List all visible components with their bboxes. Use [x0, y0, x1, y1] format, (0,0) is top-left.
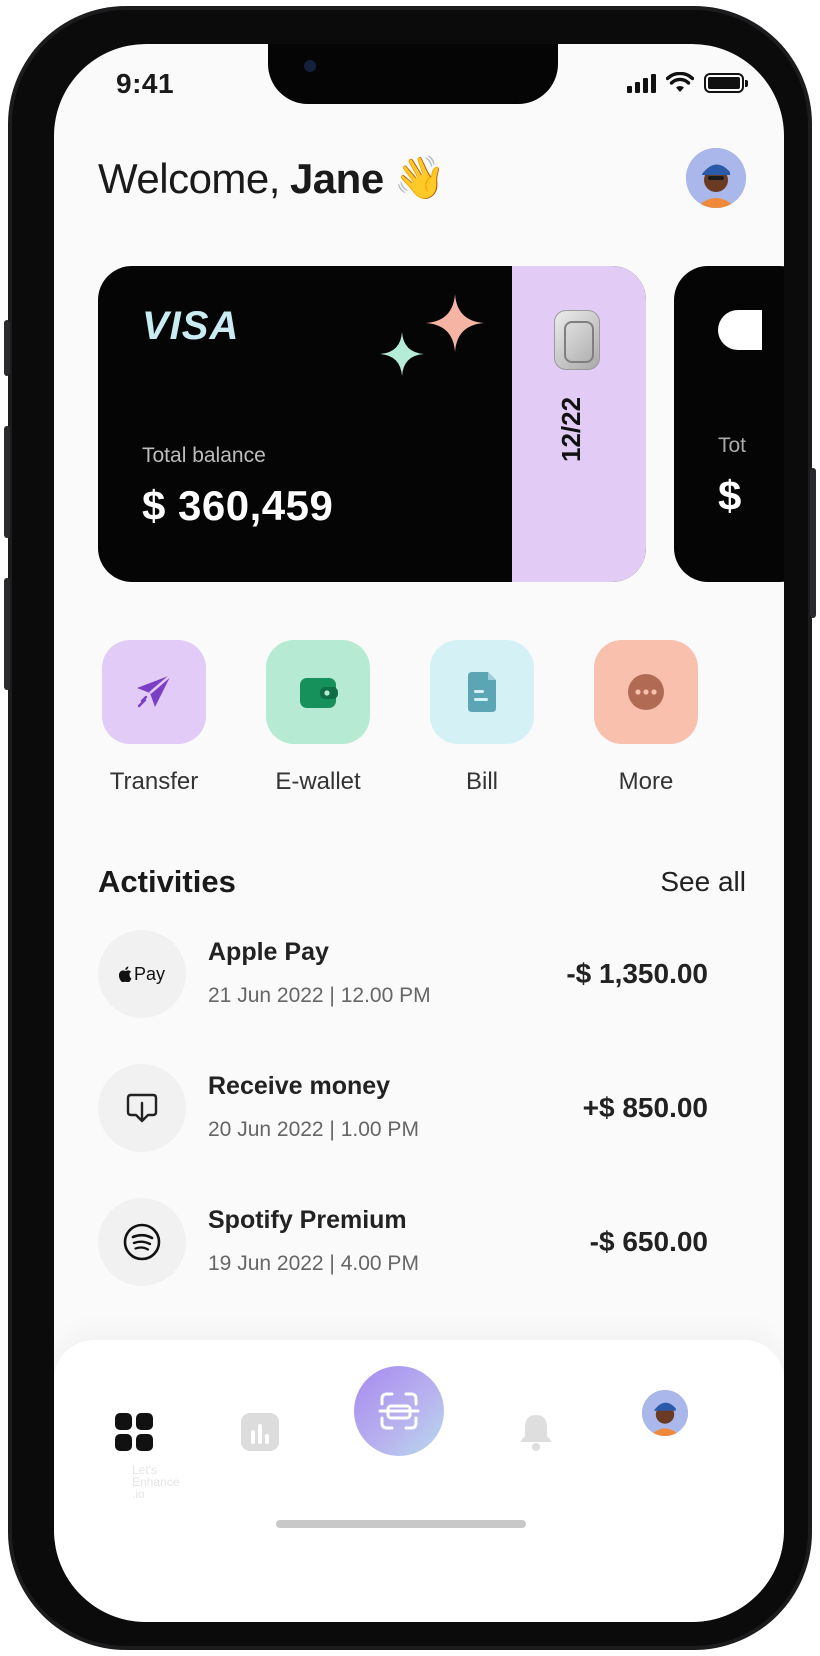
transaction-amount: -$ 1,350.00 — [566, 958, 708, 989]
watermark: Let's Enhance .io — [88, 1464, 179, 1500]
next-card[interactable]: Tot $ — [674, 266, 784, 582]
mute-switch — [4, 320, 10, 376]
e-wallet-label: E-wallet — [275, 768, 361, 795]
welcome-heading: Welcome, Jane 👋 — [98, 154, 446, 203]
transaction-name: Spotify Premium — [208, 1206, 407, 1234]
wallet-icon — [300, 678, 338, 708]
quick-actions: Transfer E-wallet Bill More — [102, 640, 698, 800]
user-name: Jane — [289, 154, 384, 202]
activities-heading: Activities — [98, 864, 236, 899]
phone-frame: 9:41 Welcome, Jane 👋 VISA Total balance … — [4, 6, 816, 1650]
transaction-amount: +$ 850.00 — [582, 1092, 708, 1123]
e-wallet-tile[interactable] — [266, 640, 370, 744]
next-card-balance-label: Tot — [718, 434, 747, 457]
balance-amount: $ 360,459 — [142, 482, 334, 529]
volume-down-button — [4, 578, 10, 690]
apple-pay-icon: Pay — [98, 930, 186, 1018]
transaction-row[interactable]: Receive money 20 Jun 2022 | 1.00 PM +$ 8… — [98, 1064, 708, 1154]
notch — [268, 44, 558, 104]
next-card-balance: $ — [718, 472, 742, 519]
more-label: More — [618, 768, 674, 795]
nav-profile[interactable] — [642, 1390, 688, 1436]
card-side-panel: 12/22 — [512, 266, 646, 582]
transaction-date: 20 Jun 2022 | 1.00 PM — [208, 1118, 419, 1141]
transaction-row[interactable]: Pay Apple Pay 21 Jun 2022 | 12.00 PM -$ … — [98, 930, 708, 1020]
home-grid-icon — [115, 1413, 153, 1451]
see-all-link[interactable]: See all — [660, 866, 746, 898]
receive-money-icon — [126, 1093, 158, 1123]
nav-home[interactable] — [112, 1410, 156, 1454]
chip-icon — [554, 310, 600, 370]
nav-stats[interactable] — [238, 1410, 282, 1454]
visa-card[interactable]: VISA Total balance $ 360,459 12/22 — [98, 266, 646, 582]
wifi-icon — [666, 72, 694, 92]
avatar-illustration — [686, 148, 746, 208]
waving-hand-icon: 👋 — [393, 154, 446, 201]
paper-plane-icon — [137, 674, 172, 708]
spotify-icon — [98, 1198, 186, 1286]
transaction-date: 19 Jun 2022 | 4.00 PM — [208, 1252, 419, 1275]
scan-icon — [378, 1392, 420, 1430]
sparkle-small-icon — [380, 332, 424, 376]
home-indicator[interactable] — [276, 1520, 526, 1528]
bell-icon — [520, 1415, 552, 1451]
apple-logo-icon — [118, 966, 132, 982]
more-action[interactable]: More — [594, 640, 698, 796]
transfer-label: Transfer — [109, 768, 199, 795]
signal-icon — [627, 73, 656, 93]
battery-icon — [704, 73, 748, 93]
power-button — [810, 468, 816, 618]
app-screen: 9:41 Welcome, Jane 👋 VISA Total balance … — [54, 44, 784, 1622]
balance-label: Total balance — [142, 444, 266, 467]
bill-action[interactable]: Bill — [430, 640, 534, 796]
download-icon — [98, 1064, 186, 1152]
bill-label: Bill — [465, 768, 498, 795]
front-camera — [304, 60, 316, 72]
scan-button[interactable] — [354, 1366, 444, 1456]
nav-notifications[interactable] — [514, 1410, 558, 1454]
e-wallet-action[interactable]: E-wallet — [266, 640, 370, 796]
document-icon — [468, 672, 496, 712]
more-tile[interactable] — [594, 640, 698, 744]
transaction-name: Apple Pay — [208, 938, 329, 966]
card-brand: VISA — [142, 304, 240, 348]
transaction-name: Receive money — [208, 1072, 391, 1100]
sparkle-icon — [426, 294, 484, 352]
transfer-action[interactable]: Transfer — [102, 640, 206, 796]
card-expiry: 12/22 — [556, 396, 586, 462]
transaction-date: 21 Jun 2022 | 12.00 PM — [208, 984, 431, 1007]
status-time: 9:41 — [116, 68, 175, 99]
transaction-amount: -$ 650.00 — [589, 1226, 708, 1257]
greeting-text: Welcome, — [98, 154, 280, 202]
bill-tile[interactable] — [430, 640, 534, 744]
apple-pay-text: Pay — [133, 963, 166, 984]
transaction-row[interactable]: Spotify Premium 19 Jun 2022 | 4.00 PM -$… — [98, 1198, 708, 1288]
more-dots-icon — [628, 674, 664, 710]
watermark-line: .io — [132, 1487, 145, 1501]
status-icons — [627, 72, 748, 94]
spotify-logo-icon — [123, 1223, 161, 1261]
card-logo-icon — [718, 310, 762, 350]
volume-up-button — [4, 426, 10, 538]
avatar — [642, 1390, 688, 1436]
chart-icon — [241, 1413, 279, 1451]
transfer-tile[interactable] — [102, 640, 206, 744]
avatar[interactable] — [686, 148, 746, 208]
